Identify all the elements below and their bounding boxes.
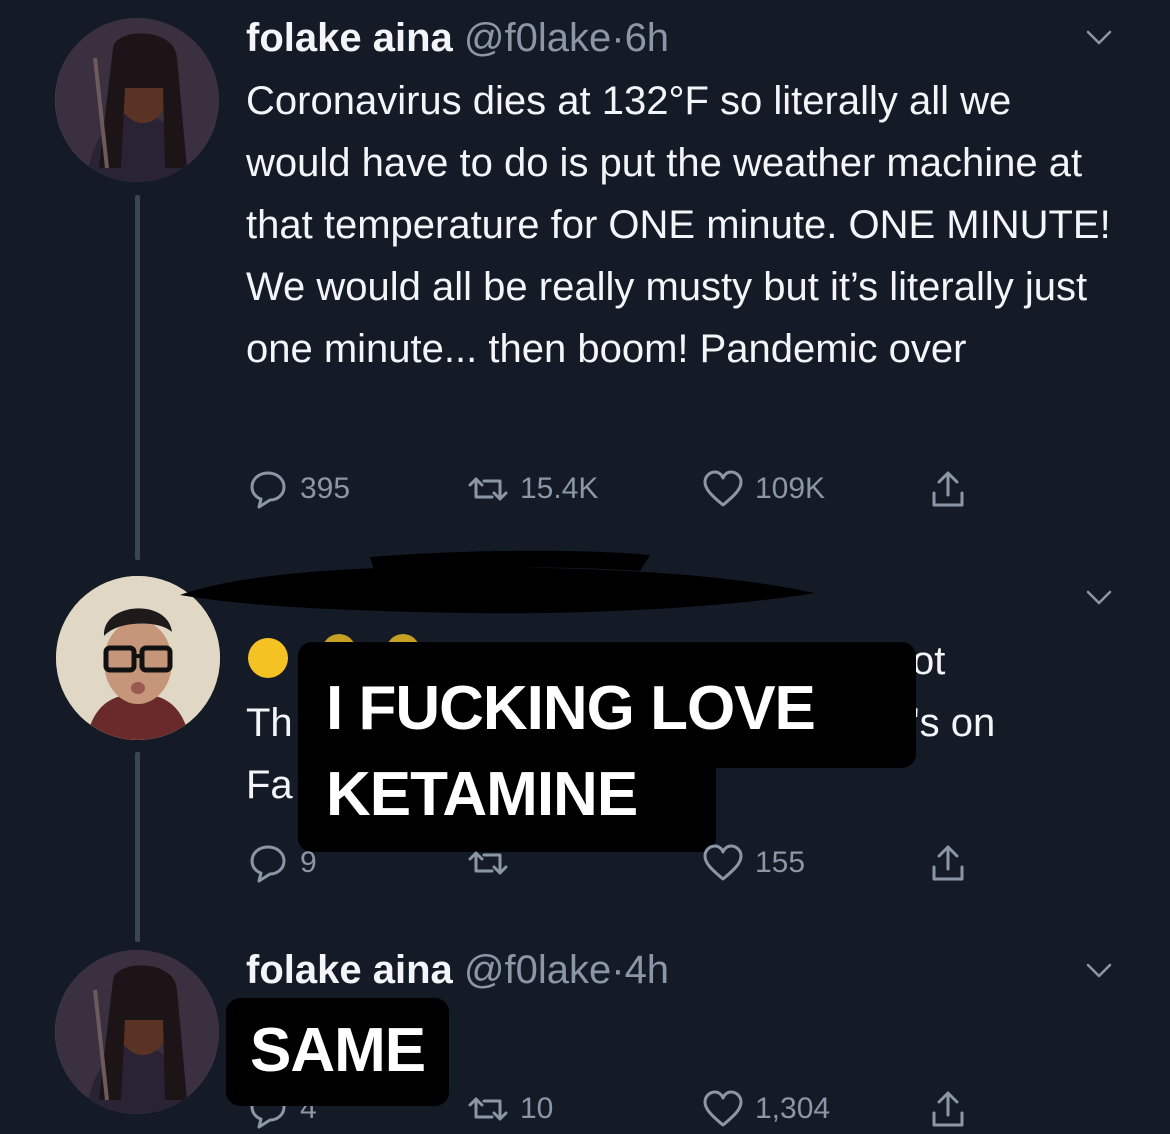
chevron-down-icon[interactable] [1084, 955, 1114, 985]
avatar[interactable] [55, 18, 219, 182]
separator-dot: · [611, 16, 625, 60]
tweet-text-fragment: Fa [246, 763, 293, 807]
share-icon [932, 471, 964, 507]
share-button[interactable] [926, 464, 970, 514]
like-icon [703, 844, 743, 881]
like-count: 109K [755, 472, 826, 505]
redaction-scribble [180, 550, 815, 614]
avatar[interactable] [55, 950, 219, 1114]
retweet-count: 15.4K [520, 472, 599, 505]
thread-line [135, 195, 140, 560]
rofl-emoji-icon [248, 638, 288, 678]
tweet-text: Coronavirus dies at 132°F so literally a… [246, 79, 1111, 371]
retweet-button[interactable]: 15.4K [466, 464, 598, 514]
separator-dot: · [611, 948, 625, 992]
tweet-text-fragment: 's on [912, 701, 996, 745]
retweet-icon [468, 477, 508, 501]
retweet-button[interactable]: 10 [466, 1084, 553, 1134]
tweet-header: folake aina @f0lake·4h [246, 946, 669, 994]
retweet-icon [468, 851, 508, 875]
chevron-down-icon[interactable] [1084, 22, 1114, 52]
like-count: 1,304 [755, 1092, 831, 1125]
tweet-text-fragment: ot [912, 639, 946, 683]
reply-count: 9 [300, 846, 317, 879]
reply-button[interactable]: 395 [246, 464, 350, 514]
avatar-image [55, 18, 219, 182]
reply-button[interactable]: 9 [246, 838, 317, 888]
avatar-image [55, 950, 219, 1114]
chevron-down-icon[interactable] [1084, 582, 1114, 612]
like-button[interactable]: 1,304 [701, 1084, 830, 1134]
like-icon [703, 1090, 743, 1127]
retweet-icon [468, 1097, 508, 1121]
like-button[interactable]: 155 [701, 838, 805, 888]
thread-line [135, 752, 140, 942]
tweet-header: folake aina @f0lake·6h [246, 14, 669, 62]
timestamp[interactable]: 4h [625, 948, 670, 992]
share-button[interactable] [926, 838, 970, 888]
retweet-count: 10 [520, 1092, 554, 1125]
handle[interactable]: @f0lake [464, 948, 611, 992]
like-count: 155 [755, 846, 806, 879]
share-icon [932, 845, 964, 881]
handle[interactable]: @f0lake [464, 16, 611, 60]
display-name[interactable]: folake aina [246, 948, 453, 992]
reply-icon [250, 845, 286, 883]
retweet-button[interactable] [466, 838, 520, 888]
tweet-actions: 395 15.4K 109K [246, 464, 1006, 514]
share-icon [932, 1091, 964, 1127]
reply-count: 395 [300, 472, 351, 505]
share-button[interactable] [926, 1084, 970, 1134]
display-name[interactable]: folake aina [246, 16, 453, 60]
overlay-caption: I FUCKING LOVE KETAMINE [326, 674, 816, 829]
overlay-caption: SAME [226, 998, 450, 1106]
tweet-text-fragment: Th [246, 701, 293, 745]
reply-icon [250, 471, 286, 509]
like-icon [703, 470, 743, 507]
like-button[interactable]: 109K [701, 464, 825, 514]
tweet-actions: 9 155 [246, 838, 1006, 888]
timestamp[interactable]: 6h [625, 16, 670, 60]
